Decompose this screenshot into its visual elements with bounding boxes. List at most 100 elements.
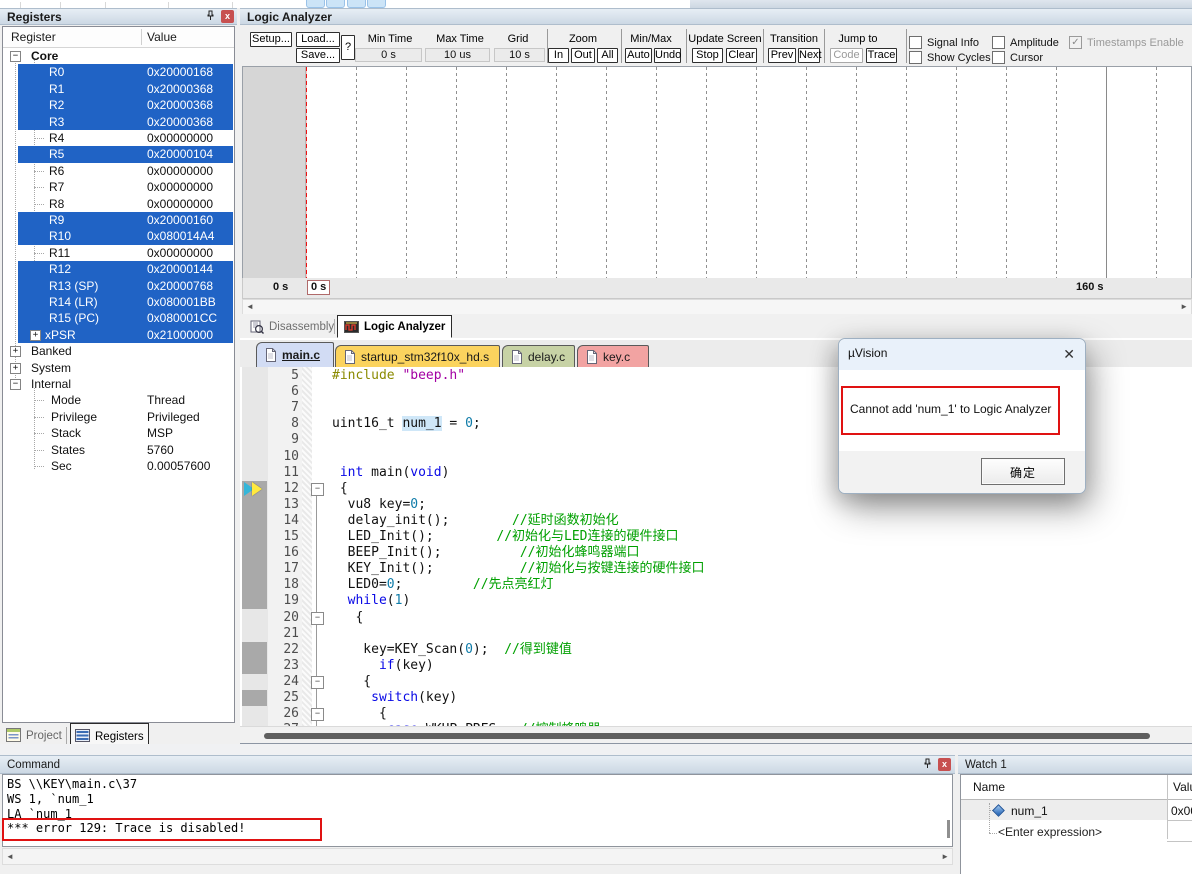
- code-line-22[interactable]: 22 key=KEY_Scan(0); //得到键值: [240, 642, 1192, 658]
- tab-disassembly[interactable]: Disassembly: [244, 316, 340, 337]
- registers-table-header[interactable]: Register Value: [3, 27, 234, 48]
- checkbox-amplitude[interactable]: Amplitude: [992, 36, 1059, 49]
- clear-button[interactable]: Clear: [726, 48, 757, 63]
- pin-icon[interactable]: [204, 10, 217, 23]
- scroll-left-icon[interactable]: ◄: [246, 302, 254, 311]
- editor-hscrollbar[interactable]: [240, 726, 1192, 744]
- code-button[interactable]: Code: [830, 48, 863, 63]
- out-button[interactable]: Out: [571, 48, 595, 63]
- register-row-core[interactable]: −Core: [3, 48, 234, 64]
- timeline-scrollbar[interactable]: ◄ ►: [242, 299, 1192, 315]
- code-line-23[interactable]: 23 if(key): [240, 658, 1192, 674]
- register-row-mode[interactable]: ModeThread: [3, 392, 234, 408]
- fold-collapse-icon[interactable]: −: [311, 483, 324, 496]
- register-row-stack[interactable]: StackMSP: [3, 425, 234, 441]
- register-row-r7[interactable]: R70x00000000: [3, 179, 234, 195]
- trace-button[interactable]: Trace: [866, 48, 897, 63]
- register-row-sec[interactable]: Sec0.00057600: [3, 458, 234, 474]
- all-button[interactable]: All: [597, 48, 618, 63]
- register-row-r11[interactable]: R110x00000000: [3, 245, 234, 261]
- dialog-titlebar[interactable]: µVision ✕: [839, 339, 1085, 370]
- unchecked-checkbox-icon[interactable]: [992, 36, 1005, 49]
- checkbox-cursor[interactable]: Cursor: [992, 51, 1043, 64]
- pin-icon[interactable]: [921, 758, 934, 771]
- scroll-left-icon[interactable]: ◄: [6, 852, 14, 861]
- debug-toolbar-button[interactable]: [306, 0, 325, 8]
- expand-icon[interactable]: +: [30, 330, 41, 341]
- code-line-18[interactable]: 18 LED0=0; //先点亮红灯: [240, 577, 1192, 593]
- debug-toolbar-button[interactable]: [326, 0, 345, 8]
- code-line-15[interactable]: 15 LED_Init(); //初始化与LED连接的硬件接口: [240, 529, 1192, 545]
- scroll-right-icon[interactable]: ►: [941, 852, 949, 861]
- register-row-xpsr[interactable]: +xPSR0x21000000: [3, 327, 234, 343]
- horizontal-splitter[interactable]: [0, 744, 1192, 755]
- register-row-r15pc[interactable]: R15 (PC)0x080001CC: [3, 310, 234, 326]
- watch-enter-expression[interactable]: <Enter expression>: [998, 825, 1102, 839]
- debug-toolbar-button[interactable]: [347, 0, 366, 8]
- unchecked-checkbox-icon[interactable]: [909, 51, 922, 64]
- register-row-r5[interactable]: R50x20000104: [3, 146, 234, 162]
- help-button[interactable]: ?: [341, 35, 355, 60]
- code-line-19[interactable]: 19 while(1): [240, 593, 1192, 609]
- checkbox-show-cycles[interactable]: Show Cycles: [909, 51, 991, 64]
- editor-hscroll-thumb[interactable]: [264, 733, 1150, 739]
- register-row-r14lr[interactable]: R14 (LR)0x080001BB: [3, 294, 234, 310]
- register-row-r4[interactable]: R40x00000000: [3, 130, 234, 146]
- prev-button[interactable]: Prev: [768, 48, 796, 63]
- code-line-26[interactable]: 26 {: [240, 706, 1192, 722]
- watch-table-header[interactable]: Name Value: [961, 775, 1192, 800]
- dialog-close-icon[interactable]: ✕: [1063, 346, 1075, 363]
- code-line-13[interactable]: 13 vu8 key=0;: [240, 497, 1192, 513]
- checked-checkbox-icon[interactable]: ✓: [1069, 36, 1082, 49]
- fold-collapse-icon[interactable]: −: [311, 676, 324, 689]
- tab-logic-analyzer[interactable]: Logic Analyzer: [337, 315, 452, 338]
- checkbox-timestamps-enable[interactable]: ✓Timestamps Enable: [1069, 36, 1184, 49]
- watch-row-value[interactable]: 0x00: [1171, 804, 1192, 818]
- code-line-14[interactable]: 14 delay_init(); //延时函数初始化: [240, 513, 1192, 529]
- register-row-r13sp[interactable]: R13 (SP)0x20000768: [3, 278, 234, 294]
- undo-button[interactable]: Undo: [654, 48, 681, 63]
- field-max-time[interactable]: 10 us: [425, 48, 490, 62]
- field-grid[interactable]: 10 s: [494, 48, 545, 62]
- command-vscroll-thumb[interactable]: [947, 820, 950, 838]
- save-button[interactable]: Save...: [296, 48, 340, 63]
- close-icon[interactable]: x: [221, 10, 234, 23]
- editor-tab-key-c[interactable]: key.c: [577, 345, 649, 367]
- editor-tab-main-c[interactable]: main.c: [256, 342, 334, 367]
- code-line-24[interactable]: 24 {: [240, 674, 1192, 690]
- collapse-icon[interactable]: −: [10, 379, 21, 390]
- fold-collapse-icon[interactable]: −: [311, 612, 324, 625]
- code-line-25[interactable]: 25 switch(key): [240, 690, 1192, 706]
- column-separator[interactable]: [141, 29, 142, 45]
- register-row-r10[interactable]: R100x080014A4: [3, 228, 234, 244]
- register-row-r1[interactable]: R10x20000368: [3, 81, 234, 97]
- load-button[interactable]: Load...: [296, 32, 340, 47]
- register-row-r6[interactable]: R60x00000000: [3, 163, 234, 179]
- ok-button[interactable]: 确定: [981, 458, 1065, 485]
- next-button[interactable]: Next: [798, 48, 820, 63]
- waveform-area[interactable]: [242, 66, 1192, 279]
- command-output[interactable]: BS \\KEY\main.c\37WS 1, `num_1LA `num_1*…: [2, 774, 953, 847]
- setup-button[interactable]: Setup...: [250, 32, 292, 47]
- watch-row-name[interactable]: num_1: [1011, 804, 1048, 818]
- register-row-r3[interactable]: R30x20000368: [3, 114, 234, 130]
- scroll-right-icon[interactable]: ►: [1180, 302, 1188, 311]
- command-hscrollbar[interactable]: ◄ ►: [2, 848, 953, 865]
- close-icon[interactable]: x: [938, 758, 951, 771]
- expand-icon[interactable]: +: [10, 346, 21, 357]
- register-row-states[interactable]: States5760: [3, 442, 234, 458]
- stop-button[interactable]: Stop: [692, 48, 723, 63]
- checkbox-signal-info[interactable]: Signal Info: [909, 36, 979, 49]
- register-row-r8[interactable]: R80x00000000: [3, 196, 234, 212]
- collapse-icon[interactable]: −: [10, 51, 21, 62]
- register-row-system[interactable]: +System: [3, 360, 234, 376]
- register-row-internal[interactable]: −Internal: [3, 376, 234, 392]
- code-line-17[interactable]: 17 KEY_Init(); //初始化与按键连接的硬件接口: [240, 561, 1192, 577]
- code-line-20[interactable]: 20 {: [240, 610, 1192, 626]
- code-line-16[interactable]: 16 BEEP_Init(); //初始化蜂鸣器端口: [240, 545, 1192, 561]
- register-row-banked[interactable]: +Banked: [3, 343, 234, 359]
- editor-tab-startup-stm32f10x-hd-s[interactable]: startup_stm32f10x_hd.s: [335, 345, 500, 367]
- debug-toolbar-button[interactable]: [367, 0, 386, 8]
- in-button[interactable]: In: [548, 48, 569, 63]
- unchecked-checkbox-icon[interactable]: [909, 36, 922, 49]
